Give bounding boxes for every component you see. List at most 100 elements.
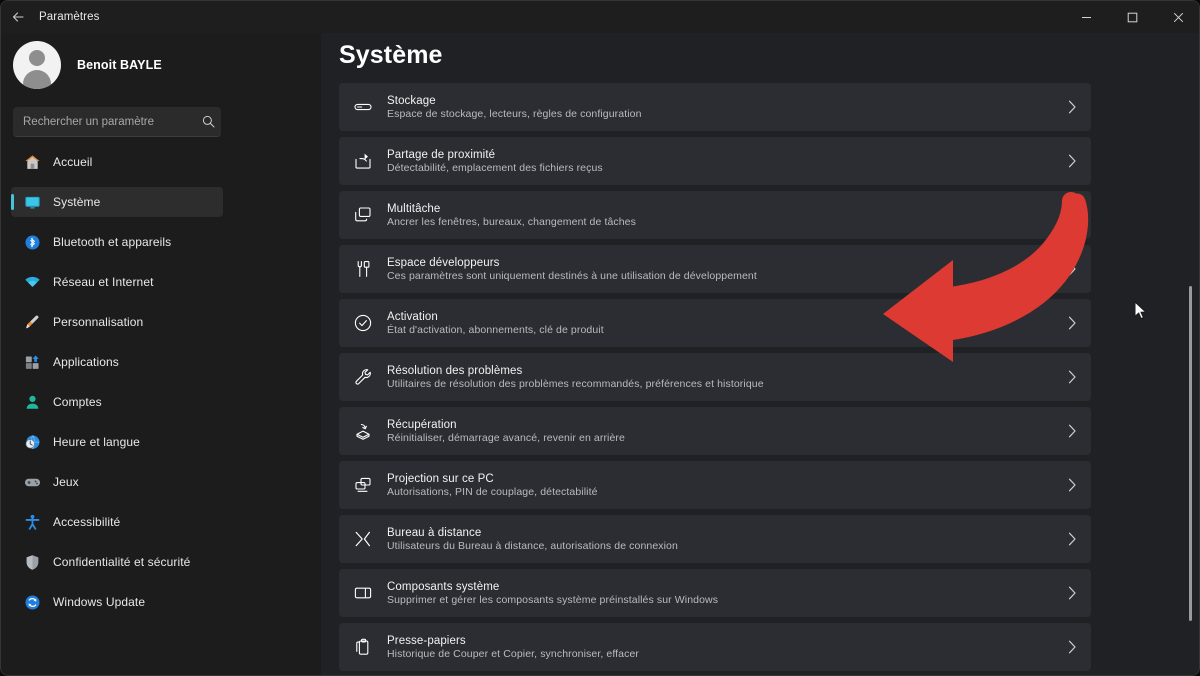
window-controls: [1063, 1, 1199, 33]
settings-item-stockage[interactable]: Stockage Espace de stockage, lecteurs, r…: [339, 83, 1091, 131]
sidebar-item-reseau-et-internet[interactable]: Réseau et Internet: [11, 267, 223, 297]
search-button[interactable]: [195, 108, 221, 136]
chevron-right-icon[interactable]: [1068, 100, 1077, 114]
chevron-right-icon[interactable]: [1068, 370, 1077, 384]
close-button[interactable]: [1155, 1, 1199, 33]
settings-item-subtitle: Historique de Couper et Copier, synchron…: [387, 647, 639, 660]
content-scrollbar[interactable]: [1189, 286, 1193, 670]
settings-item-title: Espace développeurs: [387, 256, 500, 269]
paintbrush-icon: [23, 313, 41, 331]
sidebar-item-label: Bluetooth et appareils: [53, 235, 172, 249]
back-button[interactable]: [1, 1, 35, 33]
recovery-icon: [351, 419, 375, 443]
search-icon: [202, 115, 214, 128]
settings-item-text: Résolution des problèmes Utilitaires de …: [387, 365, 764, 390]
settings-item-text: Activation État d'activation, abonnement…: [387, 311, 604, 336]
settings-item-recuperation[interactable]: Récupération Réinitialiser, démarrage av…: [339, 407, 1091, 455]
settings-item-text: Récupération Réinitialiser, démarrage av…: [387, 419, 625, 444]
wrench-icon: [351, 365, 375, 389]
activation-check-icon: [351, 311, 375, 335]
settings-item-subtitle: Réinitialiser, démarrage avancé, revenir…: [387, 431, 625, 444]
sidebar-item-label: Confidentialité et sécurité: [53, 555, 191, 569]
settings-item-resolution-des-problemes[interactable]: Résolution des problèmes Utilitaires de …: [339, 353, 1091, 401]
clock-globe-icon: [23, 433, 41, 451]
settings-item-subtitle: État d'activation, abonnements, clé de p…: [387, 323, 604, 336]
sidebar-item-applications[interactable]: Applications: [11, 347, 223, 377]
settings-item-title: Partage de proximité: [387, 148, 496, 161]
settings-item-subtitle: Espace de stockage, lecteurs, règles de …: [387, 107, 642, 120]
settings-item-projection-sur-ce-pc[interactable]: Projection sur ce PC Autorisations, PIN …: [339, 461, 1091, 509]
search-box[interactable]: [13, 107, 221, 137]
settings-item-partage-de-proximite[interactable]: Partage de proximité Détectabilité, empl…: [339, 137, 1091, 185]
chevron-right-icon[interactable]: [1068, 586, 1077, 600]
bluetooth-icon: [23, 233, 41, 251]
sidebar-item-confidentialite-et-securite[interactable]: Confidentialité et sécurité: [11, 547, 223, 577]
sidebar-item-label: Heure et langue: [53, 435, 140, 449]
sidebar-item-bluetooth-et-appareils[interactable]: Bluetooth et appareils: [11, 227, 223, 257]
shield-icon: [23, 553, 41, 571]
sidebar-item-heure-et-langue[interactable]: Heure et langue: [11, 427, 223, 457]
settings-item-presse-papiers[interactable]: Presse-papiers Historique de Couper et C…: [339, 623, 1091, 671]
settings-window: Paramètres Benoit BAYLE Rechercher un pa…: [0, 0, 1200, 676]
sidebar-item-label: Accueil: [53, 155, 93, 169]
settings-item-title: Activation: [387, 310, 438, 323]
settings-item-espace-developpeurs[interactable]: Espace développeurs Ces paramètres sont …: [339, 245, 1091, 293]
nearby-share-icon: [351, 149, 375, 173]
close-icon: [1173, 12, 1183, 22]
settings-item-subtitle: Supprimer et gérer les composants systèm…: [387, 593, 719, 606]
settings-list: Stockage Espace de stockage, lecteurs, r…: [339, 83, 1091, 675]
minimize-button[interactable]: [1063, 1, 1109, 33]
settings-item-composants-systeme[interactable]: Composants système Supprimer et gérer le…: [339, 569, 1091, 617]
settings-item-text: Bureau à distance Utilisateurs du Bureau…: [387, 527, 678, 552]
settings-item-text: Partage de proximité Détectabilité, empl…: [387, 149, 603, 174]
sidebar-item-jeux[interactable]: Jeux: [11, 467, 223, 497]
app-title: Paramètres: [39, 11, 100, 23]
settings-item-bureau-a-distance[interactable]: Bureau à distance Utilisateurs du Bureau…: [339, 515, 1091, 563]
settings-item-title: Composants système: [387, 580, 500, 593]
chevron-right-icon[interactable]: [1068, 424, 1077, 438]
settings-item-text: Espace développeurs Ces paramètres sont …: [387, 257, 757, 282]
storage-drive-icon: [351, 95, 375, 119]
maximize-button[interactable]: [1109, 1, 1155, 33]
page-title: Système: [339, 41, 443, 69]
apps-icon: [23, 353, 41, 371]
settings-item-text: Stockage Espace de stockage, lecteurs, r…: [387, 95, 642, 120]
settings-item-title: Projection sur ce PC: [387, 472, 494, 485]
sidebar-item-accessibilite[interactable]: Accessibilité: [11, 507, 223, 537]
account-block[interactable]: Benoit BAYLE: [13, 41, 162, 89]
accessibility-icon: [23, 513, 41, 531]
scrollbar-thumb[interactable]: [1189, 286, 1192, 621]
chevron-right-icon[interactable]: [1068, 208, 1077, 222]
settings-item-activation[interactable]: Activation État d'activation, abonnement…: [339, 299, 1091, 347]
update-icon: [23, 593, 41, 611]
chevron-right-icon[interactable]: [1068, 154, 1077, 168]
sidebar-item-personnalisation[interactable]: Personnalisation: [11, 307, 223, 337]
settings-item-multitache[interactable]: Multitâche Ancrer les fenêtres, bureaux,…: [339, 191, 1091, 239]
chevron-right-icon[interactable]: [1068, 316, 1077, 330]
remote-desktop-icon: [351, 527, 375, 551]
avatar: [13, 41, 61, 89]
settings-item-text: Multitâche Ancrer les fenêtres, bureaux,…: [387, 203, 636, 228]
sidebar-item-systeme[interactable]: Système: [11, 187, 223, 217]
sidebar-item-label: Réseau et Internet: [53, 275, 154, 289]
sidebar-item-windows-update[interactable]: Windows Update: [11, 587, 223, 617]
chevron-right-icon[interactable]: [1068, 640, 1077, 654]
chevron-right-icon[interactable]: [1068, 262, 1077, 276]
account-name: Benoit BAYLE: [77, 58, 162, 72]
search-input[interactable]: [13, 107, 195, 136]
sidebar-item-accueil[interactable]: Accueil: [11, 147, 223, 177]
settings-item-title: Résolution des problèmes: [387, 364, 523, 377]
sidebar-item-comptes[interactable]: Comptes: [11, 387, 223, 417]
chevron-right-icon[interactable]: [1068, 532, 1077, 546]
settings-item-title: Multitâche: [387, 202, 441, 215]
sidebar-item-label: Accessibilité: [53, 515, 121, 529]
minimize-icon: [1081, 16, 1091, 18]
chevron-right-icon[interactable]: [1068, 478, 1077, 492]
